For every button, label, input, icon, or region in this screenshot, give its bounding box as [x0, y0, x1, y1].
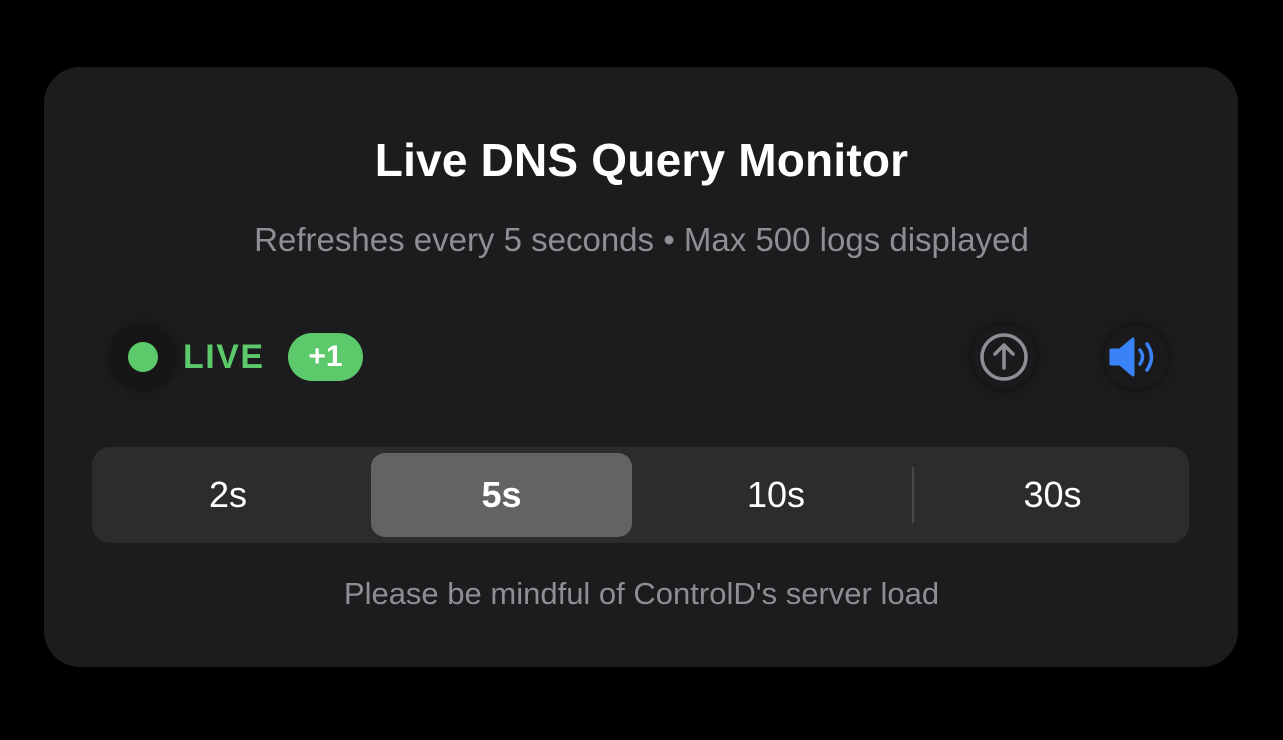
segment-divider [912, 467, 914, 523]
live-dot-icon [128, 342, 158, 372]
arrow-up-circle-icon [980, 333, 1028, 381]
page-title: Live DNS Query Monitor [374, 134, 909, 186]
interval-option-5s[interactable]: 5s [371, 453, 632, 537]
server-load-note: Please be mindful of ControlD's server l… [343, 576, 940, 611]
scroll-to-top-button[interactable] [972, 325, 1036, 389]
interval-option-2s[interactable]: 2s [98, 453, 358, 537]
new-queries-badge[interactable]: +1 [288, 333, 363, 381]
live-indicator [112, 326, 174, 388]
status-row: LIVE +1 [0, 322, 1283, 392]
live-label: LIVE [183, 338, 265, 376]
page-subtitle: Refreshes every 5 seconds • Max 500 logs… [254, 221, 1029, 258]
sound-toggle-button[interactable] [1104, 325, 1168, 389]
interval-option-30s[interactable]: 30s [922, 453, 1183, 537]
refresh-interval-selector: 2s 5s 10s 30s [92, 447, 1189, 543]
speaker-wave-icon [1109, 337, 1154, 377]
interval-option-10s[interactable]: 10s [646, 453, 906, 537]
